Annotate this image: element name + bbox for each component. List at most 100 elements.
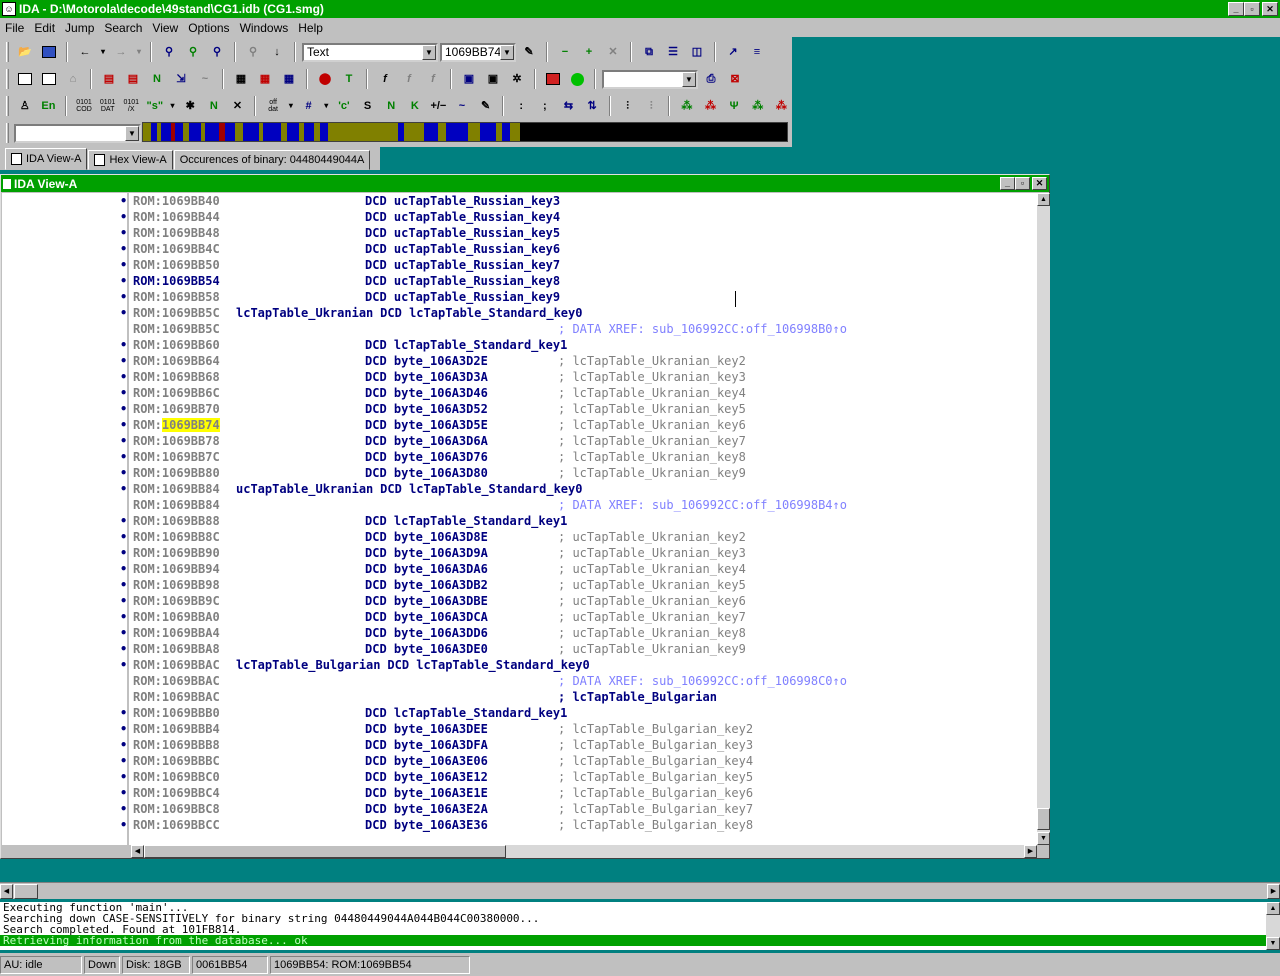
list-windows-icon[interactable]: ≡ [746, 41, 768, 63]
listing-line[interactable]: ROM:1069BB5C ; DATA XREF: sub_106992CC:of… [2, 321, 1037, 337]
line-instruction[interactable]: DCD byte_106A3E2A [365, 801, 488, 817]
output-scrollbar[interactable]: ▲ ▼ [1266, 902, 1280, 950]
listing-line[interactable]: • ROM:1069BB54 DCD ucTapTable_Russian_key8 [2, 273, 1037, 289]
search-again-icon[interactable]: ⚲ [242, 41, 264, 63]
stop-icon[interactable] [542, 68, 564, 90]
line-instruction[interactable]: DCD byte_106A3DE0 [365, 641, 488, 657]
listing-line[interactable]: • ROM:1069BB94 DCD byte_106A3DA6 ; ucTapTab… [2, 561, 1037, 577]
keyword-k-icon[interactable]: K [404, 95, 426, 117]
scroll-up-icon[interactable]: ▲ [1266, 902, 1280, 915]
negate-icon[interactable]: +/− [428, 95, 450, 117]
problems-icon[interactable]: f [422, 68, 444, 90]
line-instruction[interactable]: DCD byte_106A3DBE [365, 593, 488, 609]
line-instruction[interactable]: DCD byte_106A3D2E [365, 353, 488, 369]
listing-line[interactable]: • ROM:1069BBA4 DCD byte_106A3DD6 ; ucTapTab… [2, 625, 1037, 641]
chevron-down-icon[interactable]: ▼ [500, 44, 514, 60]
colon-icon[interactable]: : [510, 95, 532, 117]
back-dropdown-icon[interactable]: ▾ [98, 41, 108, 63]
line-instruction[interactable]: DCD byte_106A3DFA [365, 737, 488, 753]
listing-line[interactable]: • ROM:1069BBA0 DCD byte_106A3DCA ; ucTapTab… [2, 609, 1037, 625]
undefine-icon[interactable]: 0101/X [120, 95, 142, 117]
run-icon[interactable] [566, 68, 588, 90]
back-arrow-icon[interactable]: ← [74, 41, 96, 63]
line-xref-comment[interactable]: ; DATA XREF: sub_106992CC:off_106998B4↑o [558, 497, 847, 513]
listing-line[interactable]: • ROM:1069BB80 DCD byte_106A3D80 ; lcTapTab… [2, 465, 1037, 481]
tab-ida-view-a[interactable]: IDA View-A [5, 148, 88, 170]
listing-line[interactable]: • ROM:1069BBB8 DCD byte_106A3DFA ; lcTapTab… [2, 737, 1037, 753]
line-instruction[interactable]: DCD ucTapTable_Russian_key3 [365, 193, 560, 209]
line-instruction[interactable]: DCD lcTapTable_Standard_key0 [380, 481, 582, 497]
tree-icon-5[interactable]: ⁂ [771, 95, 793, 117]
listing-line[interactable]: • ROM:1069BB44 DCD ucTapTable_Russian_key4 [2, 209, 1037, 225]
listing-line[interactable]: • ROM:1069BB88 DCD lcTapTable_Standard_key… [2, 513, 1037, 529]
scroll-left-icon[interactable]: ◀ [131, 845, 144, 858]
listing-line[interactable]: • ROM:1069BB74 DCD byte_106A3D5E ; lcTapTab… [2, 417, 1037, 433]
open-file-icon[interactable]: 📂 [14, 41, 36, 63]
expand-icon[interactable]: + [578, 41, 600, 63]
vertical-scroll-thumb[interactable] [1037, 808, 1050, 830]
name-n-icon[interactable]: N [380, 95, 402, 117]
data-icon[interactable]: 0101 DAT [97, 95, 119, 117]
menu-file[interactable]: File [0, 21, 29, 35]
segment-s-icon[interactable]: S [357, 95, 379, 117]
settings-gear-icon[interactable]: ✲ [506, 68, 528, 90]
line-instruction[interactable]: DCD byte_106A3D9A [365, 545, 488, 561]
tree-icon-1[interactable]: ⁂ [676, 95, 698, 117]
number-dropdown-icon[interactable]: ▾ [321, 95, 331, 117]
char-icon[interactable]: 'c' [333, 95, 355, 117]
line-xref-comment[interactable]: ; DATA XREF: sub_106992CC:off_106998B0↑o [558, 321, 847, 337]
number-icon[interactable]: # [298, 95, 320, 117]
listing-line[interactable]: • ROM:1069BB90 DCD byte_106A3D9A ; ucTapTab… [2, 545, 1037, 561]
listing-line[interactable]: • ROM:1069BBC0 DCD byte_106A3E12 ; lcTapTab… [2, 769, 1037, 785]
menu-search[interactable]: Search [99, 21, 147, 35]
stack-var-icon[interactable]: ⇅ [581, 95, 603, 117]
ida-print-icon[interactable]: ⎙ [700, 68, 722, 90]
code-icon[interactable]: 0101 COD [73, 95, 95, 117]
line-instruction[interactable]: DCD byte_106A3E06 [365, 753, 488, 769]
semicolon-icon[interactable]: ; [534, 95, 556, 117]
tile-vertical-icon[interactable]: ◫ [686, 41, 708, 63]
line-instruction[interactable]: DCD lcTapTable_Standard_key1 [365, 513, 567, 529]
disassembly-icon[interactable] [14, 68, 36, 90]
disassembly-listing-area[interactable]: • ROM:1069BB40 DCD ucTapTable_Russian_key3… [2, 193, 1037, 845]
cascade-windows-icon[interactable]: ⧉ [638, 41, 660, 63]
scroll-right-icon[interactable]: ▶ [1267, 884, 1280, 899]
close-button[interactable]: ✕ [1262, 2, 1278, 16]
signatures-icon[interactable]: ⬤ [314, 68, 336, 90]
save-icon[interactable] [38, 41, 60, 63]
tab-hex-view-a[interactable]: Hex View-A [88, 150, 173, 170]
line-instruction[interactable]: DCD byte_106A3D6A [365, 433, 488, 449]
names-icon[interactable]: N [146, 68, 168, 90]
line-instruction[interactable]: DCD byte_106A3D46 [365, 385, 488, 401]
line-instruction[interactable]: DCD byte_106A3E1E [365, 785, 488, 801]
listing-line[interactable]: ROM:1069BB84 ; DATA XREF: sub_106992CC:of… [2, 497, 1037, 513]
line-instruction[interactable]: DCD byte_106A3DEE [365, 721, 488, 737]
listing-line[interactable]: • ROM:1069BB50 DCD ucTapTable_Russian_key7 [2, 257, 1037, 273]
line-instruction[interactable]: DCD byte_106A3D52 [365, 401, 488, 417]
horizontal-scrollbar[interactable]: ◀ ▶ [131, 845, 1037, 858]
listing-line[interactable]: • ROM:1069BB68 DCD byte_106A3D3A ; lcTapTab… [2, 369, 1037, 385]
listing-line[interactable]: • ROM:1069BB48 DCD ucTapTable_Russian_key5 [2, 225, 1037, 241]
minimize-button[interactable]: _ [1228, 2, 1244, 16]
scroll-right-icon[interactable]: ▶ [1024, 845, 1037, 858]
child-close-button[interactable]: ✕ [1032, 177, 1047, 190]
menu-edit[interactable]: Edit [29, 21, 60, 35]
offset-dropdown-icon[interactable]: ▾ [286, 95, 296, 117]
line-instruction[interactable]: DCD lcTapTable_Standard_key1 [365, 337, 567, 353]
listing-line[interactable]: • ROM:1069BBC8 DCD byte_106A3E2A ; lcTapTab… [2, 801, 1037, 817]
menu-options[interactable]: Options [183, 21, 234, 35]
encoding-en-icon[interactable]: En [38, 95, 60, 117]
forward-arrow-icon[interactable]: → [110, 41, 132, 63]
menu-view[interactable]: View [147, 21, 183, 35]
chevron-down-icon[interactable]: ▼ [125, 125, 139, 141]
collapse-icon[interactable]: − [554, 41, 576, 63]
line-instruction[interactable]: DCD byte_106A3D80 [365, 465, 488, 481]
graph-icon[interactable]: ▣ [482, 68, 504, 90]
listing-line[interactable]: • ROM:1069BB64 DCD byte_106A3D2E ; lcTapTab… [2, 353, 1037, 369]
jump-down-icon[interactable]: ↓ [266, 41, 288, 63]
tab-occurrences[interactable]: Occurences of binary: 04480449044A [173, 150, 371, 170]
line-instruction[interactable]: DCD lcTapTable_Standard_key0 [387, 657, 589, 673]
row2-combo[interactable]: ▼ [602, 69, 698, 89]
pencil-icon[interactable]: ✎ [475, 95, 497, 117]
navigation-band[interactable] [142, 122, 788, 142]
